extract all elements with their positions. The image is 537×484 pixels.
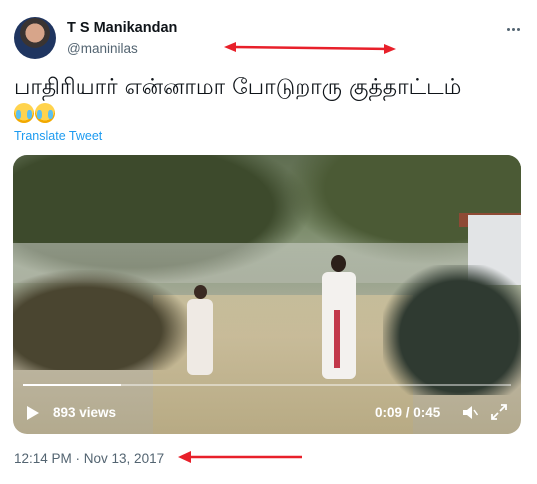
red-arrow-top: [224, 42, 396, 54]
play-icon[interactable]: [27, 406, 39, 420]
red-arrow-bottom: [178, 451, 302, 463]
progress-bar[interactable]: [23, 384, 511, 386]
more-icon[interactable]: [501, 18, 527, 40]
mute-icon[interactable]: [462, 404, 478, 421]
progress-fill: [23, 384, 121, 386]
author-name[interactable]: T S Manikandan: [67, 20, 177, 36]
video-frame-crowd: [13, 270, 193, 370]
emoji-row: [14, 103, 56, 125]
cat-tears-emoji-icon: [35, 103, 55, 123]
cat-tears-emoji-icon: [14, 103, 34, 123]
author-handle[interactable]: @maninilas: [67, 41, 138, 56]
tweet-card: T S Manikandan @maninilas பாதிரியார் என்…: [0, 0, 537, 484]
tweet-timestamp[interactable]: 12:14 PM · Nov 13, 2017: [14, 451, 164, 466]
video-frame-priest: [318, 255, 360, 381]
video-frame-crowd: [383, 265, 521, 395]
fullscreen-icon[interactable]: [491, 404, 507, 420]
video-frame-person: [185, 285, 215, 377]
view-count: 893 views: [53, 405, 117, 420]
video-time: 0:09 / 0:45: [375, 405, 441, 420]
translate-link[interactable]: Translate Tweet: [14, 129, 102, 143]
video-player[interactable]: 893 views 0:09 / 0:45: [13, 155, 521, 434]
avatar[interactable]: [14, 17, 56, 59]
tweet-text: பாதிரியார் என்னாமா போடுறாரு குத்தாட்டம்: [14, 75, 462, 100]
